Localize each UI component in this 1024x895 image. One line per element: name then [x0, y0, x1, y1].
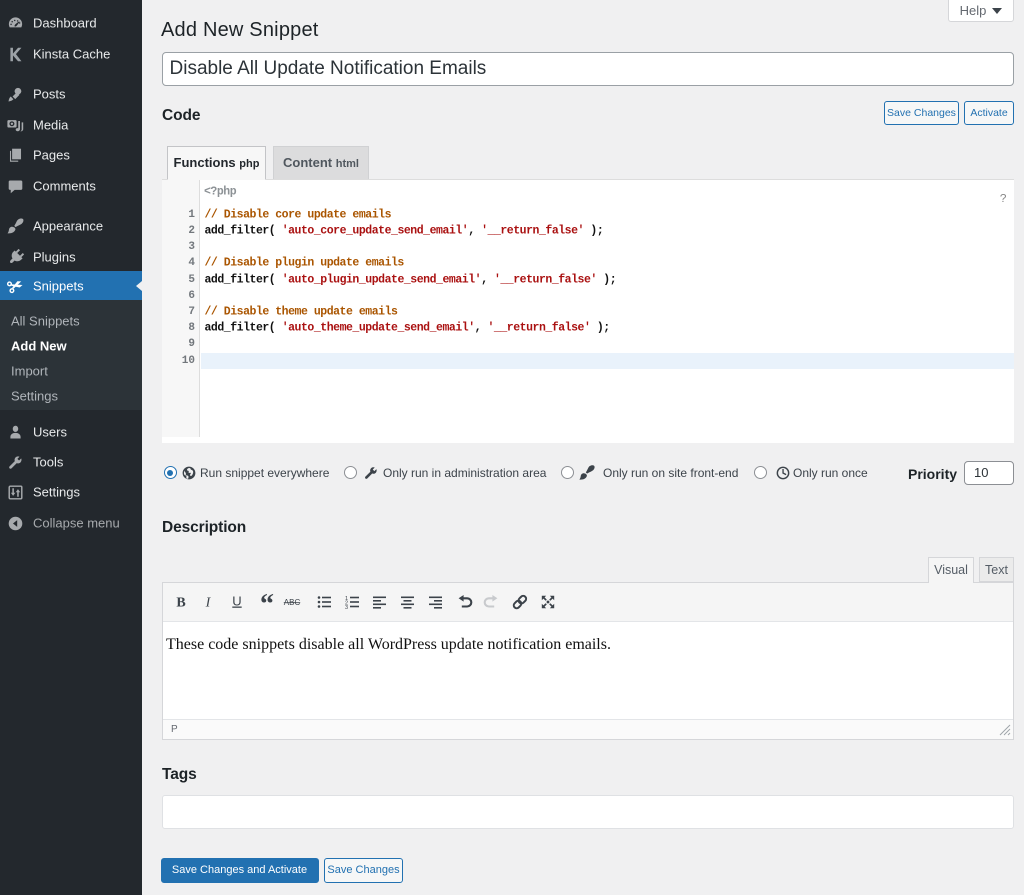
svg-text:“: “	[260, 593, 274, 611]
svg-text:B: B	[176, 596, 185, 611]
svg-text:ABC: ABC	[284, 598, 301, 607]
svg-text:3: 3	[345, 605, 348, 611]
svg-text:U: U	[232, 594, 241, 609]
svg-text:I: I	[205, 596, 212, 611]
